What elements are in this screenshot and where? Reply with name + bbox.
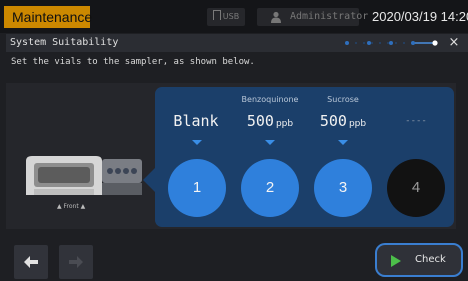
play-icon <box>391 255 401 267</box>
step-dot <box>345 41 349 45</box>
usb-status: USB <box>207 8 245 26</box>
vial-slot-3: Sucrose 500 ppb 3 <box>307 87 379 227</box>
vial-unit: ppb <box>275 119 294 129</box>
screen-titlebar: System Suitability × <box>6 34 468 52</box>
clock: 2020/03/19 14:20 <box>372 9 468 24</box>
arrow-left-icon <box>24 256 38 268</box>
vial-slot-1: Blank 1 <box>161 87 233 227</box>
vial-value: ---- <box>405 116 427 126</box>
check-button[interactable]: Check <box>375 243 463 277</box>
close-button[interactable]: × <box>444 34 464 52</box>
front-label: ▲ Front ▲ <box>57 203 86 210</box>
vial-value: Blank <box>161 112 233 130</box>
vial-position-3[interactable]: 3 <box>314 159 372 217</box>
vial-name: Benzoquinone <box>241 95 299 104</box>
vial-value-number: 500 <box>319 112 347 130</box>
mode-badge: Maintenance <box>4 6 92 28</box>
step-dot <box>389 41 393 45</box>
back-button[interactable] <box>14 245 48 279</box>
arrow-right-icon <box>69 256 83 268</box>
step-progress <box>345 40 438 46</box>
vial-name: Sucrose <box>327 95 359 104</box>
usb-label: USB <box>222 12 240 21</box>
vial-slot-4: ---- 4 <box>380 87 452 227</box>
vial-value: 500 ppb <box>307 112 379 130</box>
sampler-device-image <box>26 156 142 195</box>
vial-slot-2: Benzoquinone 500 ppb 2 <box>234 87 306 227</box>
vial-value: 500 ppb <box>234 112 306 130</box>
top-bar: Maintenance USB Administrator 2020/03/19… <box>0 0 468 33</box>
instruction-text: Set the vials to the sampler, as shown b… <box>11 57 255 67</box>
vial-value-number: 500 <box>246 112 274 130</box>
vial-position-2[interactable]: 2 <box>241 159 299 217</box>
user-name: Administrator <box>290 11 369 22</box>
chevron-down-icon <box>192 140 202 145</box>
step-dot <box>432 40 438 46</box>
vial-value-number: Blank <box>173 112 219 130</box>
chevron-down-icon <box>265 140 275 145</box>
step-dot <box>411 41 415 45</box>
user-icon <box>271 11 281 23</box>
screen-title: System Suitability <box>10 37 119 48</box>
step-dot <box>367 41 371 45</box>
forward-button[interactable] <box>59 245 93 279</box>
vial-position-4[interactable]: 4 <box>387 159 445 217</box>
vial-unit: ppb <box>348 119 367 129</box>
check-label: Check <box>415 254 446 265</box>
user-indicator[interactable]: Administrator <box>257 8 368 26</box>
vial-panel: Blank 1 Benzoquinone 500 ppb 2 Sucrose 500 ppb 3-… <box>155 87 454 227</box>
usb-icon <box>212 10 221 20</box>
vial-position-1[interactable]: 1 <box>168 159 226 217</box>
chevron-down-icon <box>338 140 348 145</box>
